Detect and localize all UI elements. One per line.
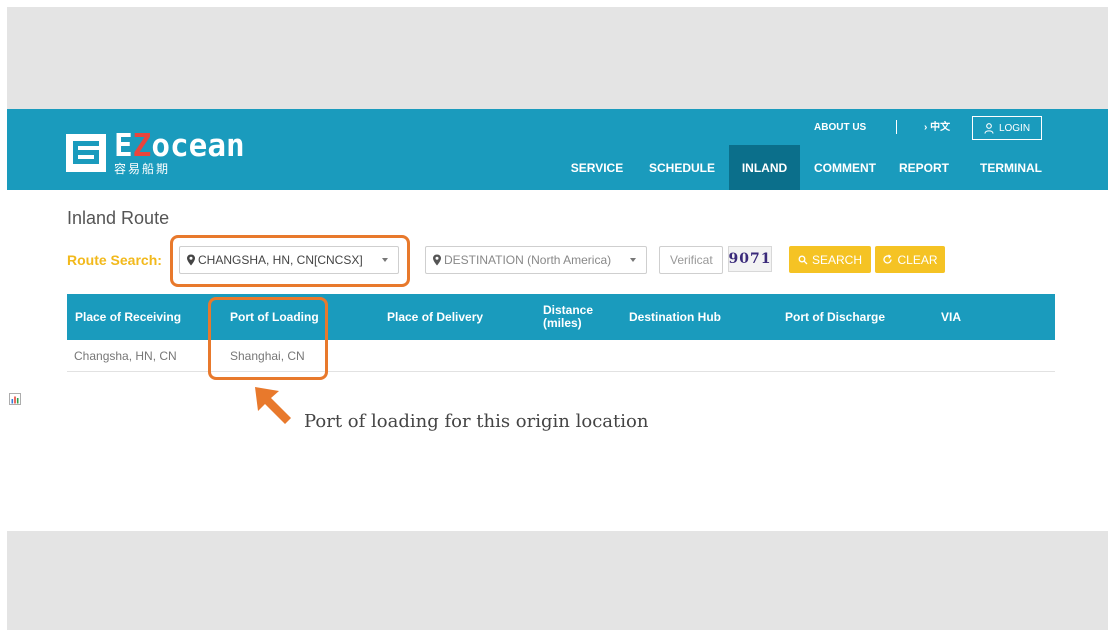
header-destination-hub: Destination Hub [629,309,721,324]
header-place-of-delivery: Place of Delivery [387,309,484,324]
menu-item-service[interactable]: SERVICE [558,145,636,190]
header-port-of-discharge: Port of Discharge [785,309,886,324]
menu-item-report[interactable]: REPORT [891,145,957,190]
clear-button[interactable]: CLEAR [875,246,945,273]
navbar: EZocean 容易船期 ABOUT US › 中文 LOGIN SERVICE… [7,109,1108,190]
origin-highlight-box [170,235,410,287]
annotation-text: Port of loading for this origin location [304,411,649,432]
destination-select[interactable]: DESTINATION (North America) [425,246,647,274]
menu-item-inland[interactable]: INLAND [729,145,800,190]
header-via: VIA [941,309,962,324]
search-icon [798,255,808,264]
search-button-label: SEARCH [811,252,862,267]
refresh-icon [883,254,893,264]
login-label: LOGIN [998,122,1031,134]
route-search-label: Route Search: [67,252,162,268]
verification-code-input[interactable]: Verificat [659,246,723,274]
destination-select-placeholder: DESTINATION (North America) [444,253,612,267]
header-place-of-receiving: Place of Receiving [75,309,182,324]
cell-place-of-receiving: Changsha, HN, CN [74,348,177,363]
verification-placeholder: Verificat [670,253,713,267]
menu-item-comment[interactable]: COMMENT [806,145,884,190]
top-gray-band [7,7,1108,109]
menu-item-terminal[interactable]: TERMINAL [971,145,1051,190]
brand-wordmark: EZocean [114,128,245,164]
search-button[interactable]: SEARCH [789,246,871,273]
brand-subtitle: 容易船期 [114,162,171,176]
annotation-arrow-icon [255,387,291,424]
header-distance: Distance (miles) [543,303,594,330]
page-title: Inland Route [67,208,170,228]
topbar-divider [896,120,897,134]
about-us-link[interactable]: ABOUT US [814,122,866,134]
language-switch-link[interactable]: › 中文 [924,122,950,134]
login-button[interactable]: LOGIN [972,116,1042,140]
brand-logo[interactable]: EZocean 容易船期 [65,129,275,177]
user-icon [984,122,994,134]
chart-icon [9,393,21,405]
bottom-gray-band [7,531,1108,630]
logo-mark-icon [66,134,106,172]
menu-item-schedule[interactable]: SCHEDULE [641,145,723,190]
captcha-image[interactable]: 9071 [728,246,772,272]
clear-button-label: CLEAR [897,252,938,267]
chevron-down-icon [630,258,636,262]
port-of-loading-highlight-box [208,297,328,380]
location-pin-icon [433,254,441,266]
